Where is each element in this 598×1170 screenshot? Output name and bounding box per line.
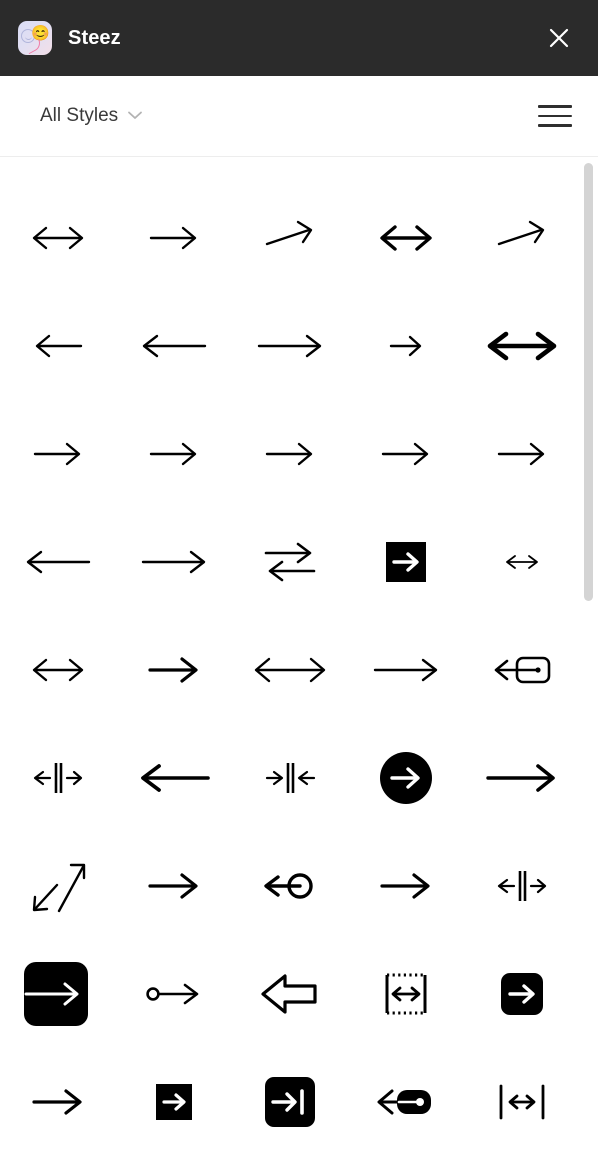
arrow-right-small[interactable] <box>348 292 464 400</box>
arrow-diagonal-two-way-icon[interactable] <box>0 832 116 940</box>
icon-grid-scroll-area <box>0 157 598 1170</box>
arrow-left-right-heavy[interactable] <box>464 292 580 400</box>
icon-grid <box>0 157 598 1156</box>
arrow-left-from-circle-icon[interactable] <box>232 832 348 940</box>
arrow-right-thick[interactable] <box>116 616 232 724</box>
arrow-right-long-thin[interactable] <box>348 616 464 724</box>
arrow-right-plain-3[interactable] <box>232 400 348 508</box>
titlebar: 😊 Steez <box>0 0 598 76</box>
menu-line-2 <box>538 114 572 118</box>
arrow-right-plain-2[interactable] <box>116 400 232 508</box>
arrow-right-plain-4[interactable] <box>348 400 464 508</box>
arrow-right-long[interactable] <box>232 292 348 400</box>
filter-bar: All Styles <box>0 76 598 157</box>
style-filter-dropdown[interactable]: All Styles <box>40 105 143 127</box>
scrollbar-thumb[interactable] <box>584 163 593 601</box>
arrow-left-right-bold[interactable] <box>348 184 464 292</box>
app-title: Steez <box>68 26 121 49</box>
steez-plugin-window: 😊 Steez All Styles <box>0 0 598 1170</box>
arrow-right-plain-5[interactable] <box>464 400 580 508</box>
arrow-left-bold-long[interactable] <box>116 724 232 832</box>
menu-line-1 <box>538 105 572 108</box>
collapse-horizontal-icon[interactable] <box>232 724 348 832</box>
arrow-left-right-wide[interactable] <box>0 616 116 724</box>
close-icon[interactable] <box>542 21 576 55</box>
steez-app-icon: 😊 <box>18 21 52 55</box>
style-filter-label: All Styles <box>40 105 119 126</box>
arrow-right-square-icon[interactable] <box>116 1048 232 1156</box>
arrow-right-medium-2[interactable] <box>116 832 232 940</box>
menu-line-3 <box>538 124 572 127</box>
arrow-left-right-thin[interactable] <box>0 184 116 292</box>
arrow-right-medium[interactable] <box>116 508 232 616</box>
chevron-down-icon <box>127 107 143 125</box>
scrollbar-track[interactable] <box>584 157 593 1170</box>
arrow-left-medium[interactable] <box>0 508 116 616</box>
arrow-left-thin[interactable] <box>0 292 116 400</box>
arrow-right-medium-3[interactable] <box>348 832 464 940</box>
expand-horizontal-icon[interactable] <box>0 724 116 832</box>
arrow-left-right-tiny[interactable] <box>464 508 580 616</box>
arrow-right-tilted-bold[interactable] <box>464 184 580 292</box>
arrow-right-in-circle-icon[interactable] <box>348 724 464 832</box>
arrow-left-long[interactable] <box>116 292 232 400</box>
arrow-right-tilted[interactable] <box>232 184 348 292</box>
hamburger-menu-icon[interactable] <box>538 101 576 131</box>
arrow-right-bold-long[interactable] <box>464 724 580 832</box>
arrow-to-bar-square-icon[interactable] <box>232 1048 348 1156</box>
smiley-emoji-icon: 😊 <box>31 25 50 42</box>
arrow-right-circle-tail-icon[interactable] <box>116 940 232 1048</box>
width-measure-icon[interactable] <box>464 1048 580 1156</box>
arrow-right-filled-rounded-square-icon[interactable] <box>0 940 116 1048</box>
arrow-right-rounded-square-icon[interactable] <box>464 940 580 1048</box>
arrow-left-filled-tail-icon[interactable] <box>348 1048 464 1156</box>
arrow-exit-box-icon[interactable] <box>464 616 580 724</box>
arrow-right-plain-6[interactable] <box>0 1048 116 1156</box>
width-measure-dotted-icon[interactable] <box>348 940 464 1048</box>
expand-horizontal-small-icon[interactable] <box>464 832 580 940</box>
arrow-right-thin[interactable] <box>116 184 232 292</box>
arrow-left-outline-icon[interactable] <box>232 940 348 1048</box>
arrow-left-right-extra-wide[interactable] <box>232 616 348 724</box>
arrow-right-plain-1[interactable] <box>0 400 116 508</box>
arrow-right-in-square-icon[interactable] <box>348 508 464 616</box>
arrow-exchange-icon[interactable] <box>232 508 348 616</box>
